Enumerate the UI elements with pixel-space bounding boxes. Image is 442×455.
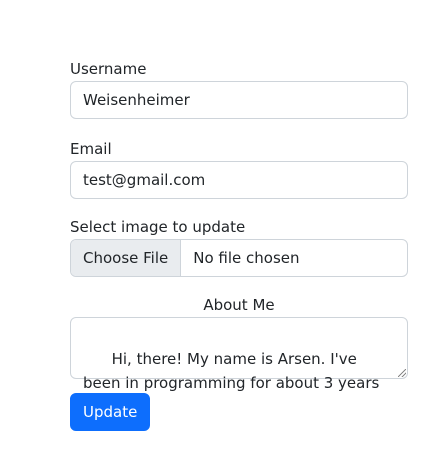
email-group: Email test@gmail.com <box>70 138 408 216</box>
username-input[interactable]: Weisenheimer <box>70 81 408 119</box>
image-upload-group: Select image to update Choose File No fi… <box>70 216 408 294</box>
file-status-text: No file chosen <box>193 249 300 267</box>
choose-file-button[interactable]: Choose File <box>71 240 182 276</box>
username-label: Username <box>70 60 147 78</box>
email-input[interactable]: test@gmail.com <box>70 161 408 199</box>
username-group: Username Weisenheimer <box>70 58 408 138</box>
about-me-label: About Me <box>203 296 275 314</box>
resize-handle-icon[interactable] <box>398 369 406 377</box>
about-me-textarea[interactable]: Hi, there! My name is Arsen. I've been i… <box>70 317 408 416</box>
profile-form: Username Weisenheimer Email test@gmail.c… <box>70 58 408 431</box>
email-label: Email <box>70 140 112 158</box>
image-upload-label: Select image to update <box>70 218 246 236</box>
update-button[interactable]: Update <box>70 393 151 431</box>
image-file-input[interactable]: Choose File No file chosen <box>70 239 408 277</box>
about-group: About Me Hi, there! My name is Arsen. I'… <box>70 294 408 416</box>
